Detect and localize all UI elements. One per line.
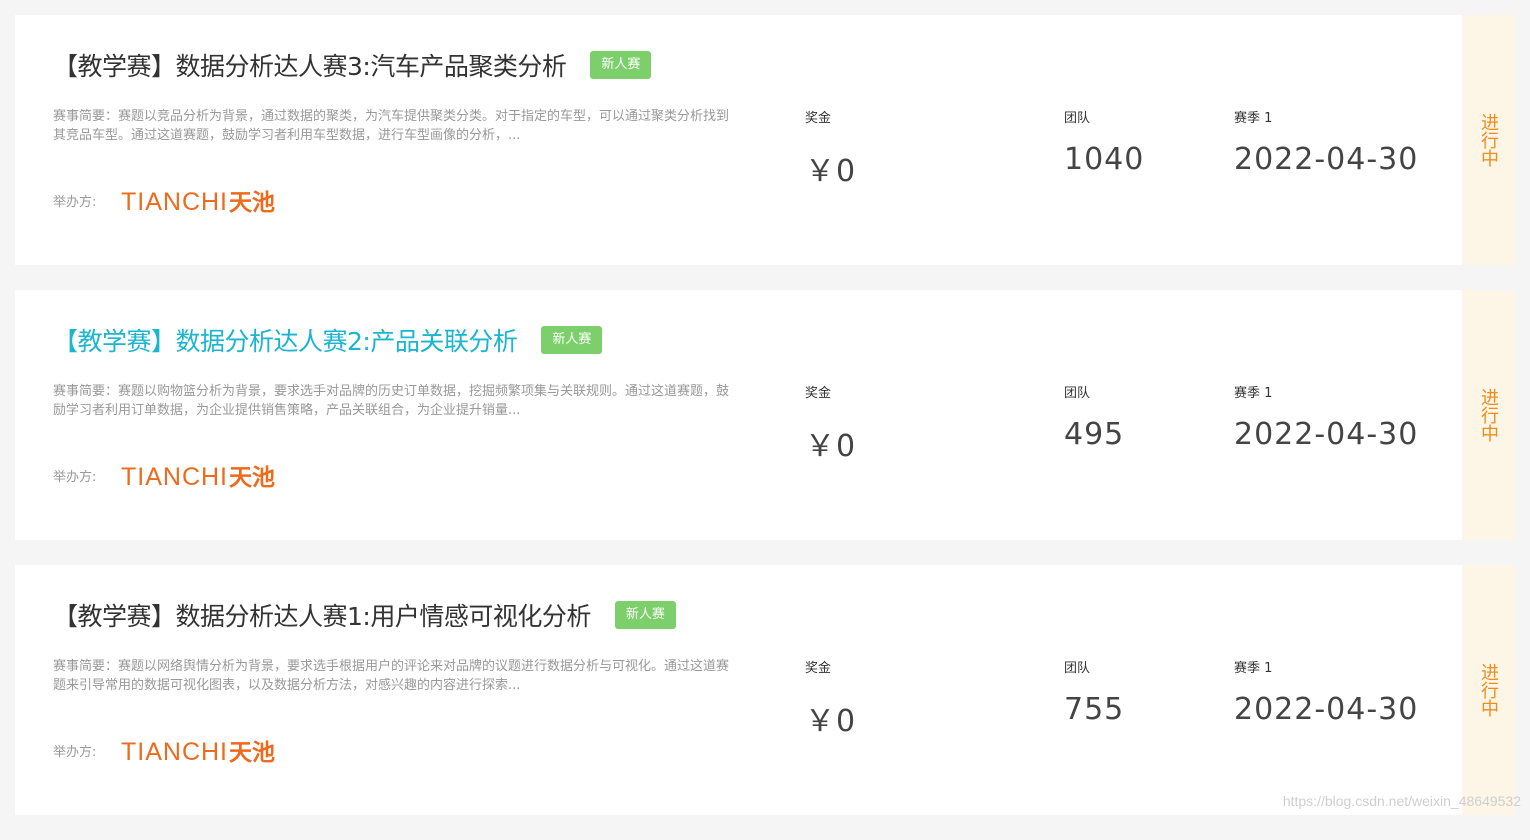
status-strip: 进行中 xyxy=(1462,15,1515,265)
team-label: 团队 xyxy=(1064,657,1124,676)
status-strip: 进行中 xyxy=(1462,565,1515,815)
competition-summary: 赛事简要：赛题以网络舆情分析为背景，要求选手根据用户的评论来对品牌的议题进行数据… xyxy=(53,657,733,695)
team-count: 755 xyxy=(1064,692,1124,727)
prize-label: 奖金 xyxy=(805,382,856,401)
team-label: 团队 xyxy=(1064,382,1124,401)
prize-label: 奖金 xyxy=(805,107,856,126)
team-count: 495 xyxy=(1064,417,1124,452)
competition-card[interactable]: 【教学赛】数据分析达人赛1:用户情感可视化分析 新人赛 赛事简要：赛题以网络舆情… xyxy=(15,565,1515,815)
team-count: 1040 xyxy=(1064,142,1144,177)
team-stat: 团队 1040 xyxy=(1064,107,1144,177)
prize-value: ￥0 xyxy=(805,421,856,465)
logo-text-cn: 天池 xyxy=(229,458,275,492)
tianchi-logo: TIANCHI 天池 xyxy=(121,458,275,492)
title-row: 【教学赛】数据分析达人赛1:用户情感可视化分析 新人赛 xyxy=(53,597,676,633)
prize-stat: 奖金 ￥0 xyxy=(805,107,856,190)
team-stat: 团队 495 xyxy=(1064,382,1124,452)
status-in-progress: 进行中 xyxy=(1476,113,1501,167)
newcomer-badge: 新人赛 xyxy=(541,326,602,354)
season-stat: 赛季 1 2022-04-30 xyxy=(1234,107,1418,177)
tianchi-logo: TIANCHI 天池 xyxy=(121,733,275,767)
competition-card-main: 【教学赛】数据分析达人赛2:产品关联分析 新人赛 赛事简要：赛题以购物篮分析为背… xyxy=(15,290,1462,540)
logo-text-en: TIANCHI xyxy=(121,463,228,492)
competition-card-main: 【教学赛】数据分析达人赛1:用户情感可视化分析 新人赛 赛事简要：赛题以网络舆情… xyxy=(15,565,1462,815)
competition-card-main: 【教学赛】数据分析达人赛3:汽车产品聚类分析 新人赛 赛事简要：赛题以竞品分析为… xyxy=(15,15,1462,265)
season-stat: 赛季 1 2022-04-30 xyxy=(1234,382,1418,452)
season-end-date: 2022-04-30 xyxy=(1234,692,1418,727)
tianchi-logo: TIANCHI 天池 xyxy=(121,183,275,217)
competition-summary: 赛事简要：赛题以购物篮分析为背景，要求选手对品牌的历史订单数据，挖掘频繁项集与关… xyxy=(53,382,733,420)
prize-stat: 奖金 ￥0 xyxy=(805,382,856,465)
organizer: 举办方: TIANCHI 天池 xyxy=(53,458,275,492)
newcomer-badge: 新人赛 xyxy=(590,51,651,79)
competition-card[interactable]: 【教学赛】数据分析达人赛2:产品关联分析 新人赛 赛事简要：赛题以购物篮分析为背… xyxy=(15,290,1515,540)
season-label: 赛季 1 xyxy=(1234,657,1418,676)
status-in-progress: 进行中 xyxy=(1476,663,1501,717)
competition-title[interactable]: 【教学赛】数据分析达人赛1:用户情感可视化分析 xyxy=(53,597,591,633)
logo-text-cn: 天池 xyxy=(229,733,275,767)
competition-card[interactable]: 【教学赛】数据分析达人赛3:汽车产品聚类分析 新人赛 赛事简要：赛题以竞品分析为… xyxy=(15,15,1515,265)
status-strip: 进行中 xyxy=(1462,290,1515,540)
competition-title[interactable]: 【教学赛】数据分析达人赛2:产品关联分析 xyxy=(53,322,517,358)
title-row: 【教学赛】数据分析达人赛3:汽车产品聚类分析 新人赛 xyxy=(53,47,651,83)
season-stat: 赛季 1 2022-04-30 xyxy=(1234,657,1418,727)
title-row: 【教学赛】数据分析达人赛2:产品关联分析 新人赛 xyxy=(53,322,602,358)
season-end-date: 2022-04-30 xyxy=(1234,142,1418,177)
team-stat: 团队 755 xyxy=(1064,657,1124,727)
team-label: 团队 xyxy=(1064,107,1144,126)
organizer-label: 举办方: xyxy=(53,466,121,485)
prize-value: ￥0 xyxy=(805,146,856,190)
newcomer-badge: 新人赛 xyxy=(615,601,676,629)
season-end-date: 2022-04-30 xyxy=(1234,417,1418,452)
logo-text-en: TIANCHI xyxy=(121,188,228,217)
prize-value: ￥0 xyxy=(805,696,856,740)
competition-title[interactable]: 【教学赛】数据分析达人赛3:汽车产品聚类分析 xyxy=(53,47,566,83)
organizer-label: 举办方: xyxy=(53,191,121,210)
watermark: https://blog.csdn.net/weixin_48649532 xyxy=(1283,793,1521,809)
season-label: 赛季 1 xyxy=(1234,107,1418,126)
status-in-progress: 进行中 xyxy=(1476,388,1501,442)
organizer: 举办方: TIANCHI 天池 xyxy=(53,183,275,217)
season-label: 赛季 1 xyxy=(1234,382,1418,401)
organizer-label: 举办方: xyxy=(53,741,121,760)
competition-list: 【教学赛】数据分析达人赛3:汽车产品聚类分析 新人赛 赛事简要：赛题以竞品分析为… xyxy=(15,15,1515,840)
prize-label: 奖金 xyxy=(805,657,856,676)
logo-text-en: TIANCHI xyxy=(121,738,228,767)
competition-summary: 赛事简要：赛题以竞品分析为背景，通过数据的聚类，为汽车提供聚类分类。对于指定的车… xyxy=(53,107,733,145)
prize-stat: 奖金 ￥0 xyxy=(805,657,856,740)
organizer: 举办方: TIANCHI 天池 xyxy=(53,733,275,767)
logo-text-cn: 天池 xyxy=(229,183,275,217)
